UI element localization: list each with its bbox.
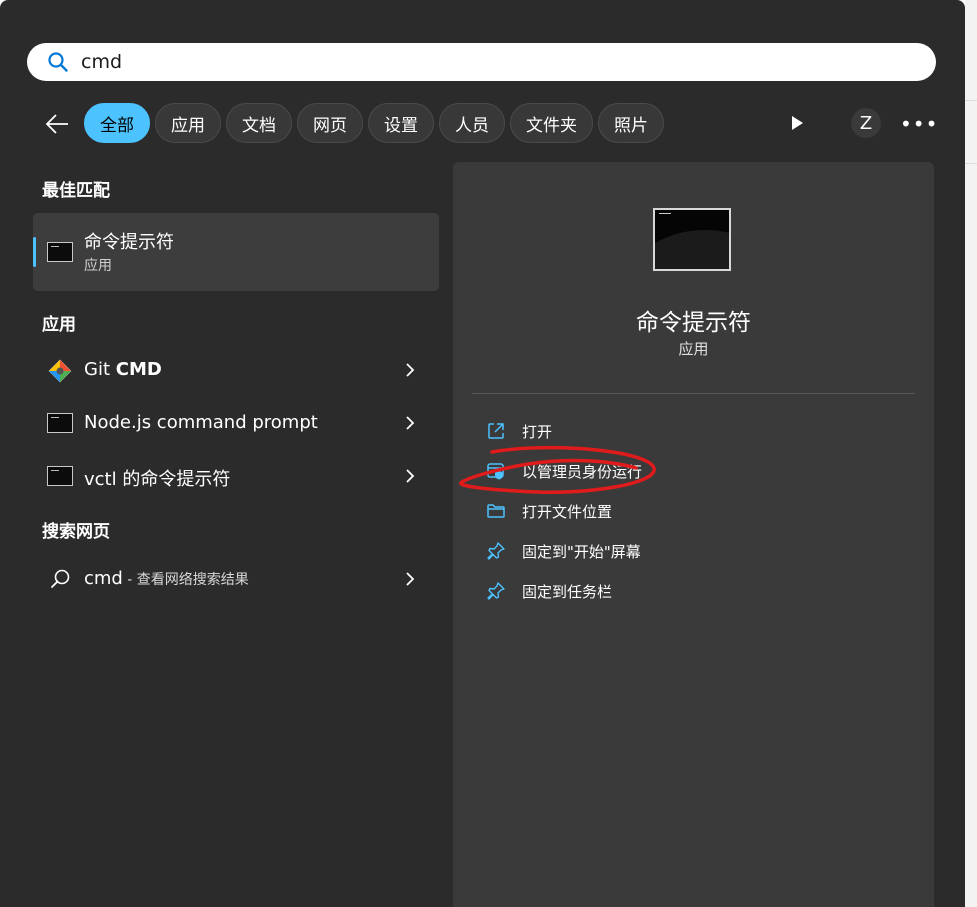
pin-icon	[487, 542, 505, 560]
list-item-git-cmd[interactable]: Git CMD	[33, 347, 439, 393]
annotation-circle	[459, 445, 656, 495]
list-item-label: Node.js command prompt	[84, 412, 318, 433]
chevron-right-icon[interactable]	[404, 572, 416, 586]
chevron-right-icon[interactable]	[404, 416, 416, 430]
action-label: 打开	[522, 423, 553, 441]
tab-settings[interactable]: 设置	[368, 103, 434, 143]
best-match-heading: 最佳匹配	[42, 181, 110, 201]
list-item-label: vctl 的命令提示符	[84, 469, 231, 490]
list-item-label: cmd - 查看网络搜索结果	[84, 568, 249, 589]
search-input[interactable]: cmd	[81, 51, 122, 73]
list-item-nodejs-prompt[interactable]: Node.js command prompt	[33, 400, 439, 446]
apps-heading: 应用	[42, 315, 76, 335]
chevron-right-icon[interactable]	[404, 363, 416, 377]
list-item-web-search[interactable]: cmd - 查看网络搜索结果	[33, 556, 439, 602]
command-prompt-icon	[47, 413, 73, 433]
best-match-subtitle: 应用	[84, 258, 112, 274]
action-label: 打开文件位置	[522, 503, 613, 521]
web-search-heading: 搜索网页	[42, 522, 110, 542]
search-box[interactable]: cmd	[27, 43, 936, 81]
chevron-right-icon[interactable]	[404, 469, 416, 483]
pin-icon	[487, 582, 505, 600]
git-cmd-icon	[48, 359, 72, 383]
tab-folders[interactable]: 文件夹	[510, 103, 593, 143]
folder-icon	[487, 504, 505, 518]
best-match-item[interactable]: 命令提示符 应用	[33, 213, 439, 291]
list-item-vctl-prompt[interactable]: vctl 的命令提示符	[33, 453, 439, 499]
tab-people[interactable]: 人员	[439, 103, 505, 143]
account-avatar[interactable]: Z	[851, 108, 881, 138]
tab-apps[interactable]: 应用	[155, 103, 221, 143]
tab-all[interactable]: 全部	[84, 103, 150, 143]
action-label: 固定到任务栏	[522, 583, 613, 601]
command-prompt-icon	[47, 466, 73, 486]
action-pin-to-taskbar[interactable]: 固定到任务栏	[486, 578, 906, 606]
tab-web[interactable]: 网页	[297, 103, 363, 143]
back-arrow-icon[interactable]	[44, 110, 72, 138]
play-icon[interactable]	[788, 114, 806, 132]
detail-title: 命令提示符	[636, 310, 751, 336]
divider	[472, 393, 915, 394]
open-external-icon	[488, 423, 504, 439]
command-prompt-icon	[653, 208, 731, 271]
selection-indicator	[33, 237, 36, 267]
detail-pane: 命令提示符 应用 打开 以管理员身份运行 打开文件位置 固定到"开始"屏幕 固定…	[453, 162, 934, 907]
best-match-title: 命令提示符	[84, 232, 174, 253]
background-window-edge	[965, 0, 977, 907]
tab-photos[interactable]: 照片	[598, 103, 664, 143]
search-icon	[48, 52, 68, 72]
tab-documents[interactable]: 文档	[226, 103, 292, 143]
action-pin-to-start[interactable]: 固定到"开始"屏幕	[486, 538, 906, 566]
action-open-file-location[interactable]: 打开文件位置	[486, 498, 906, 526]
action-label: 固定到"开始"屏幕	[522, 543, 641, 561]
filter-tabs: 全部 应用 文档 网页 设置 人员 文件夹 照片	[84, 103, 664, 143]
list-item-label: Git CMD	[84, 359, 162, 380]
start-search-panel: cmd 全部 应用 文档 网页 设置 人员 文件夹 照片 Z ••• 最佳匹配 …	[0, 0, 965, 907]
command-prompt-icon	[47, 242, 73, 262]
detail-subtitle: 应用	[678, 340, 709, 358]
more-options-icon[interactable]: •••	[900, 112, 938, 136]
search-icon	[51, 569, 70, 588]
